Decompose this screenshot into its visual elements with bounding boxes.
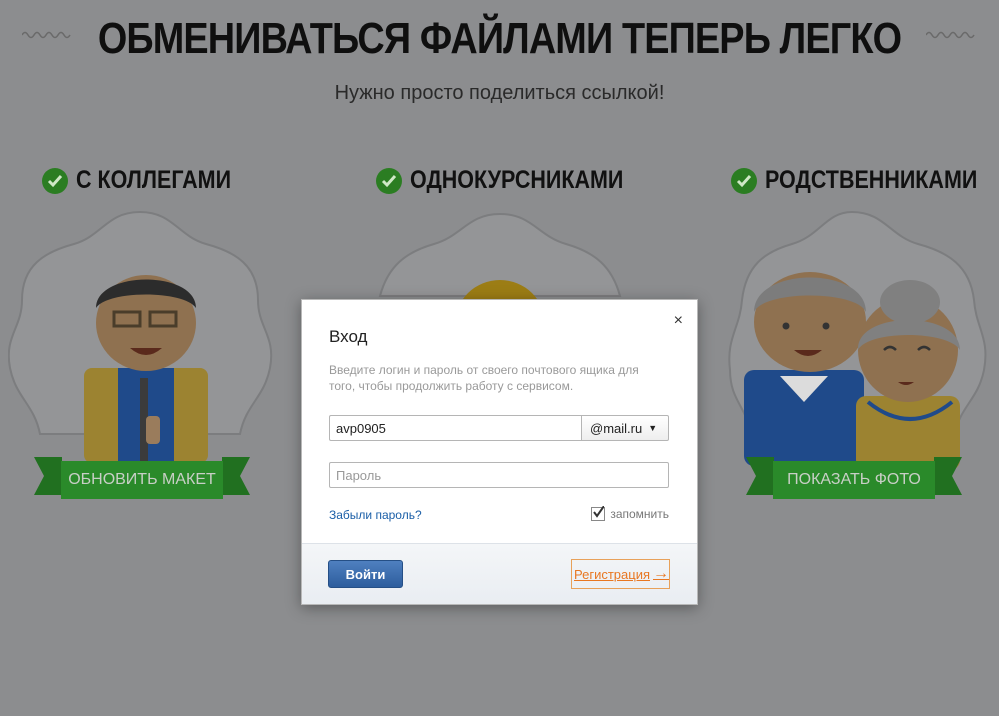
relatives-illustration [728,210,987,470]
remember-checkbox[interactable]: запомнить [591,506,669,521]
left-squiggle-decoration [22,31,71,39]
show-photo-button[interactable]: ПОКАЗАТЬ ФОТО [773,461,935,499]
login-row: @mail.ru ▼ [329,415,669,441]
login-dialog: × Вход Введите логин и пароль от своего … [301,299,698,605]
chevron-down-icon: ▼ [648,423,658,433]
login-input[interactable] [329,415,581,441]
category-colleagues: С КОЛЛЕГАМИ [42,166,256,195]
domain-value: @mail.ru [590,420,643,436]
category-classmates: ОДНОКУРСНИКАМИ [376,166,658,195]
remember-label: запомнить [610,507,669,521]
login-button[interactable]: Войти [328,560,403,588]
right-squiggle-decoration [926,31,975,39]
arrow-right-icon: → [653,565,669,582]
page-subtitle: Нужно просто поделиться ссылкой! [334,82,665,104]
page-title: ОБМЕНИВАТЬСЯ ФАЙЛАМИ ТЕПЕРЬ ЛЕГКО [97,14,902,63]
check-icon [731,167,757,194]
category-label: РОДСТВЕННИКАМИ [765,166,978,194]
dialog-description: Введите логин и пароль от своего почтово… [329,363,639,393]
dialog-title: Вход [329,327,368,346]
category-relatives: РОДСТВЕННИКАМИ [731,166,999,195]
check-icon [42,167,68,194]
classmate-illustration [378,212,622,312]
check-icon [376,167,402,194]
update-layout-button[interactable]: ОБНОВИТЬ МАКЕТ [61,461,223,499]
colleague-illustration [8,210,273,463]
category-label: ОДНОКУРСНИКАМИ [410,166,624,194]
forgot-password-link[interactable]: Забыли пароль? [329,508,422,522]
category-label: С КОЛЛЕГАМИ [76,166,232,194]
dialog-footer: Войти Регистрация → [302,543,697,604]
close-icon[interactable]: × [674,312,683,330]
password-input[interactable] [329,462,669,488]
domain-select[interactable]: @mail.ru ▼ [581,415,669,441]
checkbox-icon[interactable] [591,506,606,521]
register-label: Регистрация [574,566,650,582]
register-link[interactable]: Регистрация → [571,559,670,589]
